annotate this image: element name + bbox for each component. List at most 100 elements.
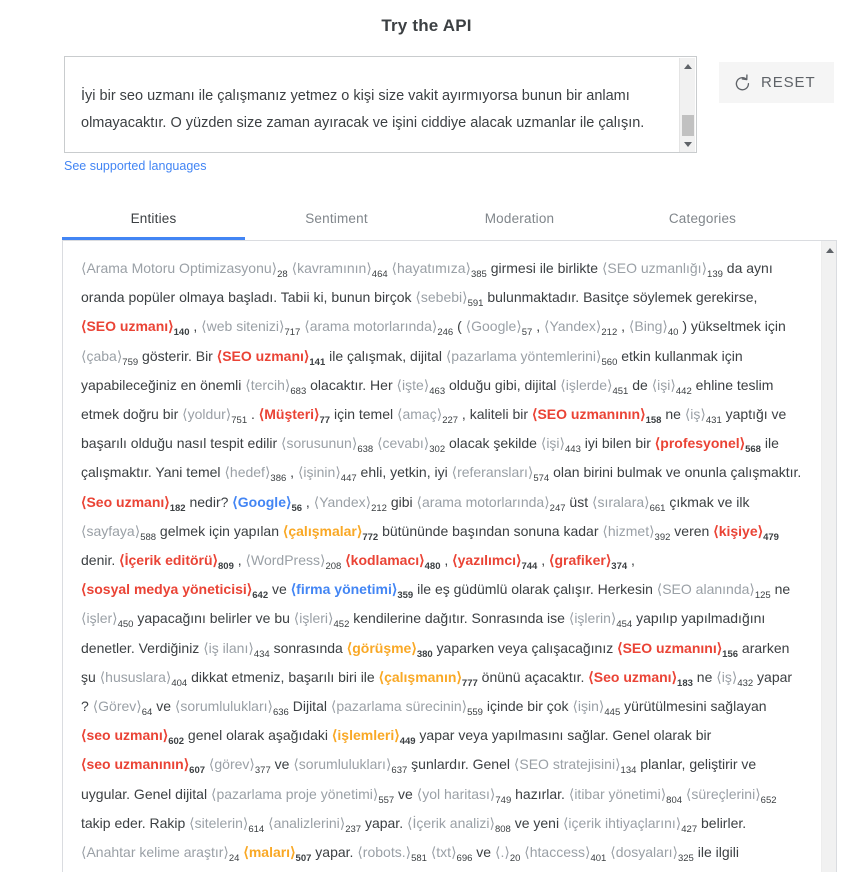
entity-token[interactable]: ⟨kişiye⟩479 (713, 523, 779, 543)
entity-token[interactable]: ⟨çalışmanın⟩777 (379, 669, 478, 689)
entity-token[interactable]: ⟨görev⟩377 (209, 756, 271, 776)
entity-token[interactable]: ⟨sorumlulukları⟩636 (175, 698, 289, 718)
entity-token[interactable]: ⟨amaç⟩227 (397, 406, 458, 426)
entity-token[interactable]: ⟨Seo uzmanı⟩182 (81, 494, 186, 514)
results-scrollbar[interactable] (821, 241, 836, 872)
text-input[interactable]: İyi bir seo uzmanı ile çalışmanız yetmez… (81, 83, 668, 137)
entity-token[interactable]: ⟨işleri⟩452 (294, 610, 350, 630)
entity-token[interactable]: ⟨analizlerini⟩237 (268, 815, 361, 835)
entity-salience: 652 (760, 794, 777, 806)
entity-token[interactable]: ⟨süreçlerini⟩652 (686, 786, 777, 806)
entity-token[interactable]: ⟨sitelerin⟩614 (189, 815, 264, 835)
entity-token[interactable]: ⟨sorusunun⟩638 (281, 435, 373, 455)
entity-token[interactable]: ⟨seo uzmanı⟩602 (81, 727, 184, 747)
textarea-scrollbar[interactable] (679, 58, 696, 152)
entity-token[interactable]: ⟨Arama Motoru Optimizasyonu⟩28 (81, 260, 288, 280)
entity-token[interactable]: ⟨içerik ihtiyaçlarını⟩427 (563, 815, 697, 835)
entity-token[interactable]: ⟨cevabı⟩302 (377, 435, 445, 455)
entity-token[interactable]: ⟨işin⟩445 (572, 698, 620, 718)
entity-token[interactable]: ⟨txt⟩696 (431, 844, 473, 864)
entity-token[interactable]: ⟨pazarlama yöntemlerini⟩560 (446, 348, 618, 368)
entity-token[interactable]: ⟨işi⟩443 (541, 435, 581, 455)
tab-categories[interactable]: Categories (611, 201, 794, 240)
entity-token[interactable]: ⟨tercih⟩683 (245, 377, 306, 397)
entity-token[interactable]: ⟨çalışmalar⟩772 (283, 523, 378, 543)
entity-token[interactable]: ⟨işi⟩442 (652, 377, 692, 397)
entity-token[interactable]: ⟨SEO alanında⟩125 (657, 581, 771, 601)
entity-annotated-text: ⟨Arama Motoru Optimizasyonu⟩28 ⟨kavramın… (81, 260, 802, 865)
entity-token[interactable]: ⟨robots.⟩581 (357, 844, 427, 864)
entity-token[interactable]: ⟨WordPress⟩208 (246, 552, 342, 572)
entity-token[interactable]: ⟨Bing⟩40 (629, 318, 679, 338)
entity-token[interactable]: ⟨seo uzmanının⟩607 (81, 756, 205, 776)
entity-token[interactable]: ⟨sorumlulukları⟩637 (293, 756, 407, 776)
entity-token[interactable]: ⟨hizmet⟩392 (602, 523, 670, 543)
entity-token[interactable]: ⟨SEO uzmanı⟩140 (81, 318, 189, 338)
entity-token[interactable]: ⟨iş⟩431 (685, 406, 722, 426)
entity-token[interactable]: ⟨yol haritası⟩749 (417, 786, 512, 806)
entity-salience: 247 (549, 502, 566, 514)
entity-token[interactable]: ⟨Seo uzmanı⟩183 (588, 669, 693, 689)
entity-token[interactable]: ⟨SEO uzmanı⟩141 (217, 348, 325, 368)
entity-token[interactable]: ⟨sosyal medya yöneticisi⟩642 (81, 581, 268, 601)
entity-token[interactable]: ⟨SEO uzmanını⟩156 (617, 640, 738, 660)
entity-token[interactable]: ⟨Google⟩56 (232, 494, 302, 514)
entity-token[interactable]: ⟨işler⟩450 (81, 610, 133, 630)
entity-token[interactable]: ⟨pazarlama proje yönetimi⟩557 (211, 786, 394, 806)
entity-token[interactable]: ⟨referansları⟩574 (452, 464, 550, 484)
entity-label: sorumlulukları (180, 698, 268, 715)
entity-token[interactable]: ⟨.⟩20 (495, 844, 520, 864)
reset-button[interactable]: RESET (719, 62, 834, 103)
entity-token[interactable]: ⟨işinin⟩447 (298, 464, 357, 484)
entity-token[interactable]: ⟨çaba⟩759 (81, 348, 138, 368)
entity-token[interactable]: ⟨arama motorlarında⟩247 (417, 494, 566, 514)
entity-token[interactable]: ⟨işlerde⟩451 (560, 377, 628, 397)
entity-token[interactable]: ⟨arama motorlarında⟩246 (304, 318, 453, 338)
entity-token[interactable]: ⟨SEO uzmanlığı⟩139 (602, 260, 723, 280)
entity-token[interactable]: ⟨Anahtar kelime araştır⟩24 (81, 844, 239, 864)
entity-token[interactable]: ⟨İçerik analizi⟩808 (407, 815, 511, 835)
entity-token[interactable]: ⟨iş ilanı⟩434 (203, 640, 269, 660)
entity-token[interactable]: ⟨SEO stratejisini⟩134 (514, 756, 637, 776)
entity-token[interactable]: ⟨pazarlama sürecinin⟩559 (331, 698, 483, 718)
entity-token[interactable]: ⟨işte⟩463 (397, 377, 446, 397)
tab-entities[interactable]: Entities (62, 201, 245, 240)
scroll-up-arrow-icon[interactable] (680, 59, 696, 74)
entity-token[interactable]: ⟨grafiker⟩374 (549, 552, 627, 572)
entity-token[interactable]: ⟨hususlara⟩404 (100, 669, 188, 689)
entity-token[interactable]: ⟨Müşteri⟩77 (259, 406, 330, 426)
entity-token[interactable]: ⟨dosyaları⟩325 (610, 844, 694, 864)
entity-token[interactable]: ⟨Görev⟩64 (93, 698, 153, 718)
entity-token[interactable]: ⟨İçerik editörü⟩809 (119, 552, 234, 572)
entity-token[interactable]: ⟨Yandex⟩212 (544, 318, 617, 338)
supported-languages-link[interactable]: See supported languages (64, 159, 206, 173)
entity-token[interactable]: ⟨kavramının⟩464 (292, 260, 388, 280)
entity-token[interactable]: ⟨itibar yönetimi⟩804 (569, 786, 682, 806)
text-input-container[interactable]: İyi bir seo uzmanı ile çalışmanız yetmez… (64, 56, 697, 153)
entity-token[interactable]: ⟨maları⟩507 (243, 844, 311, 864)
scroll-down-arrow-icon[interactable] (680, 137, 696, 152)
entity-token[interactable]: ⟨Yandex⟩212 (314, 494, 387, 514)
entity-token[interactable]: ⟨sebebi⟩591 (415, 289, 483, 309)
entity-token[interactable]: ⟨işlerin⟩454 (569, 610, 632, 630)
entity-token[interactable]: ⟨hayatımıza⟩385 (392, 260, 487, 280)
entity-token[interactable]: ⟨işlemleri⟩449 (332, 727, 416, 747)
entity-token[interactable]: ⟨Google⟩57 (466, 318, 533, 338)
tab-sentiment[interactable]: Sentiment (245, 201, 428, 240)
results-scroll-up-arrow-icon[interactable] (822, 243, 836, 257)
entity-token[interactable]: ⟨iş⟩432 (716, 669, 753, 689)
entity-token[interactable]: ⟨hedef⟩386 (224, 464, 286, 484)
entity-token[interactable]: ⟨yoldur⟩751 (182, 406, 247, 426)
entity-token[interactable]: ⟨kodlamacı⟩480 (345, 552, 440, 572)
entity-token[interactable]: ⟨profesyonel⟩568 (655, 435, 761, 455)
entity-token[interactable]: ⟨SEO uzmanının⟩158 (532, 406, 661, 426)
entity-token[interactable]: ⟨sıralara⟩661 (592, 494, 665, 514)
scrollbar-thumb[interactable] (682, 115, 694, 136)
entity-token[interactable]: ⟨firma yönetimi⟩359 (291, 581, 414, 601)
entity-token[interactable]: ⟨htaccess⟩401 (524, 844, 606, 864)
tab-moderation[interactable]: Moderation (428, 201, 611, 240)
entity-token[interactable]: ⟨görüşme⟩380 (347, 640, 433, 660)
entity-token[interactable]: ⟨sayfaya⟩588 (81, 523, 156, 543)
entity-token[interactable]: ⟨yazılımcı⟩744 (452, 552, 537, 572)
entity-token[interactable]: ⟨web sitenizi⟩717 (201, 318, 300, 338)
